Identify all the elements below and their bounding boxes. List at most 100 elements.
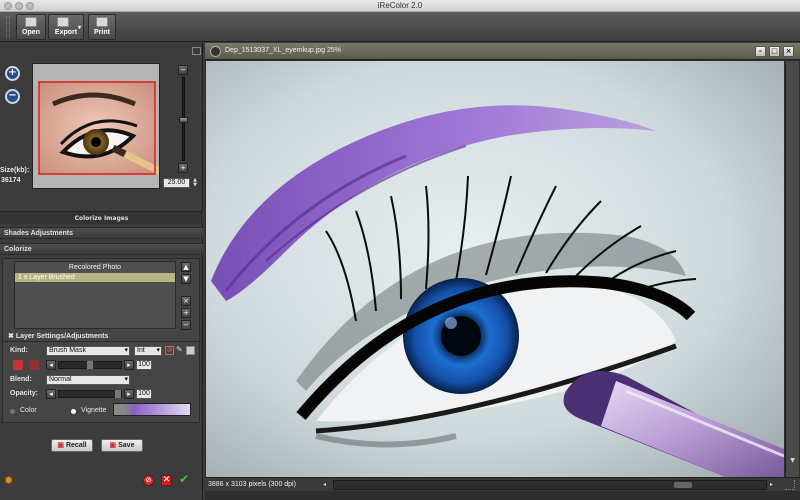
cancel-icon[interactable]: ✕ xyxy=(161,475,172,486)
opacity-label: Opacity: xyxy=(10,390,39,397)
layer-move-down-button[interactable]: ▼ xyxy=(181,274,191,284)
shades-adjustments-label: Shades Adjustments xyxy=(4,230,73,237)
brush-size-decrease-button[interactable]: ◂ xyxy=(46,360,56,370)
layer-delete-button[interactable]: × xyxy=(181,296,191,306)
recall-button-label: Recall xyxy=(65,442,87,449)
preview-eye-image xyxy=(33,64,159,188)
colorize-label: Colorize xyxy=(4,246,32,253)
zoom-slider-plus-button[interactable]: + xyxy=(178,163,188,173)
clear-mask-icon[interactable]: ⊘ xyxy=(165,346,174,355)
vignette-option-label: Vignette xyxy=(81,407,107,414)
print-button-label: Print xyxy=(94,29,110,36)
vignette-gradient-swatch[interactable] xyxy=(113,403,191,416)
zoom-slider-handle[interactable] xyxy=(179,117,188,123)
zoom-percent-input[interactable]: 25.00 xyxy=(163,178,190,188)
colorize-header[interactable]: Colorize xyxy=(0,243,203,255)
image-canvas[interactable] xyxy=(206,61,784,477)
brush-size-slider[interactable] xyxy=(58,361,122,369)
layer-item-label: 1 x Layer Brushed xyxy=(18,274,75,281)
horizontal-scrollbar[interactable] xyxy=(333,480,767,490)
export-button-label: Export xyxy=(54,29,78,36)
layer-item-recolored-photo[interactable]: Recolored Photo xyxy=(15,264,175,273)
horizontal-scrollbar-thumb[interactable] xyxy=(674,482,692,488)
zoom-out-icon[interactable]: − xyxy=(5,89,20,104)
document-title-bar: Dep_1513037_XL_eyemkup.jpg 25% – □ × xyxy=(205,43,800,60)
eraser-icon[interactable] xyxy=(29,360,39,370)
brush-size-slider-handle[interactable] xyxy=(87,361,93,369)
recall-button[interactable]: ▣ Recall xyxy=(51,439,93,452)
kind-sub-select[interactable]: Int ▾ xyxy=(134,346,162,356)
kind-sub-select-value: Int xyxy=(137,347,145,354)
document-maximize-button[interactable]: □ xyxy=(769,46,780,57)
mask-preview-icon[interactable] xyxy=(186,346,195,355)
chevron-down-icon: ▾ xyxy=(156,347,160,354)
document-window: Dep_1513037_XL_eyemkup.jpg 25% – □ × ▼ 3… xyxy=(205,43,800,500)
size-value: 36174 xyxy=(1,177,21,184)
left-panel: + − − + Size(kb): 36174 25.00 ▲ ▼ Colori… xyxy=(0,43,203,500)
layer-add-button[interactable]: + xyxy=(181,308,191,318)
chevron-down-icon: ▾ xyxy=(124,376,128,383)
layer-item-label: Recolored Photo xyxy=(68,264,122,271)
open-button-label: Open xyxy=(22,29,40,36)
opacity-decrease-button[interactable]: ◂ xyxy=(46,389,56,399)
settings-gear-icon[interactable]: ✹ xyxy=(4,475,16,487)
size-label: Size(kb): xyxy=(0,167,30,174)
recall-icon: ▣ xyxy=(57,442,65,449)
save-button[interactable]: ▣ Save xyxy=(101,439,143,452)
scroll-down-icon[interactable]: ▼ xyxy=(788,456,797,465)
document-title: Dep_1513037_XL_eyemkup.jpg 25% xyxy=(225,47,341,54)
print-icon xyxy=(96,17,108,27)
kind-select[interactable]: Brush Mask ▾ xyxy=(46,346,130,356)
zoom-stepper[interactable]: ▲ ▼ xyxy=(191,178,199,188)
opacity-slider-handle[interactable] xyxy=(115,390,121,398)
document-icon xyxy=(210,46,221,57)
document-status-bar: 3886 x 3103 pixels (300 dpi) ◂ ▸ xyxy=(205,477,800,491)
vignette-radio[interactable] xyxy=(71,409,76,414)
vertical-scrollbar[interactable]: ▼ xyxy=(785,61,799,477)
main-toolbar: Open Export ▾ Print xyxy=(0,12,800,42)
apply-checkmark-icon[interactable]: ✔ xyxy=(179,473,191,485)
save-button-label: Save xyxy=(118,442,135,449)
zoom-in-icon[interactable]: + xyxy=(5,66,20,81)
layer-item-layer-brushed[interactable]: 1 x Layer Brushed xyxy=(15,273,175,282)
reset-icon[interactable]: ⊘ xyxy=(143,475,154,486)
document-close-button[interactable]: × xyxy=(783,46,794,57)
toolbar-grip xyxy=(6,16,10,38)
divider xyxy=(2,341,200,342)
app-title: iReColor 2.0 xyxy=(377,1,423,10)
zoom-slider-minus-button[interactable]: − xyxy=(178,65,188,75)
panel-detach-icon[interactable] xyxy=(192,47,201,55)
color-radio[interactable] xyxy=(10,409,15,414)
layer-settings-header[interactable]: ✖ Layer Settings/Adjustments xyxy=(8,332,108,340)
layer-settings-label: Layer Settings/Adjustments xyxy=(15,333,109,340)
brush-size-increase-button[interactable]: ▸ xyxy=(124,360,134,370)
export-button[interactable]: Export ▾ xyxy=(48,14,84,40)
brush-icon[interactable] xyxy=(13,360,23,370)
blend-select[interactable]: Normal ▾ xyxy=(46,375,130,385)
print-button[interactable]: Print xyxy=(88,14,116,40)
save-icon: ▣ xyxy=(109,442,117,449)
resize-grip[interactable] xyxy=(785,480,795,490)
open-button[interactable]: Open xyxy=(16,14,46,40)
opacity-input[interactable]: 100 xyxy=(136,389,152,399)
document-minimize-button[interactable]: – xyxy=(755,46,766,57)
blend-select-value: Normal xyxy=(49,376,72,383)
kind-select-value: Brush Mask xyxy=(49,347,86,354)
color-option-label: Color xyxy=(20,407,37,414)
layer-move-up-button[interactable]: ▲ xyxy=(181,262,191,272)
blend-label: Blend: xyxy=(10,376,32,383)
layer-list[interactable]: Recolored Photo 1 x Layer Brushed xyxy=(14,261,176,329)
brush-size-input[interactable]: 100 xyxy=(136,360,152,370)
scroll-left-icon[interactable]: ◂ xyxy=(323,481,331,489)
brush-tool-icon[interactable]: ✎ xyxy=(176,346,185,355)
image-dimensions-status: 3886 x 3103 pixels (300 dpi) xyxy=(208,481,296,488)
opacity-slider[interactable] xyxy=(58,390,122,398)
layer-remove-button[interactable]: − xyxy=(181,320,191,330)
scroll-right-icon[interactable]: ▸ xyxy=(770,481,778,489)
shades-adjustments-header[interactable]: Shades Adjustments xyxy=(0,227,203,239)
kind-label: Kind: xyxy=(10,347,28,354)
preview-thumbnail[interactable] xyxy=(32,63,160,189)
window-title-bar: iReColor 2.0 xyxy=(0,0,800,12)
export-dropdown-icon[interactable]: ▾ xyxy=(78,24,81,31)
opacity-increase-button[interactable]: ▸ xyxy=(124,389,134,399)
